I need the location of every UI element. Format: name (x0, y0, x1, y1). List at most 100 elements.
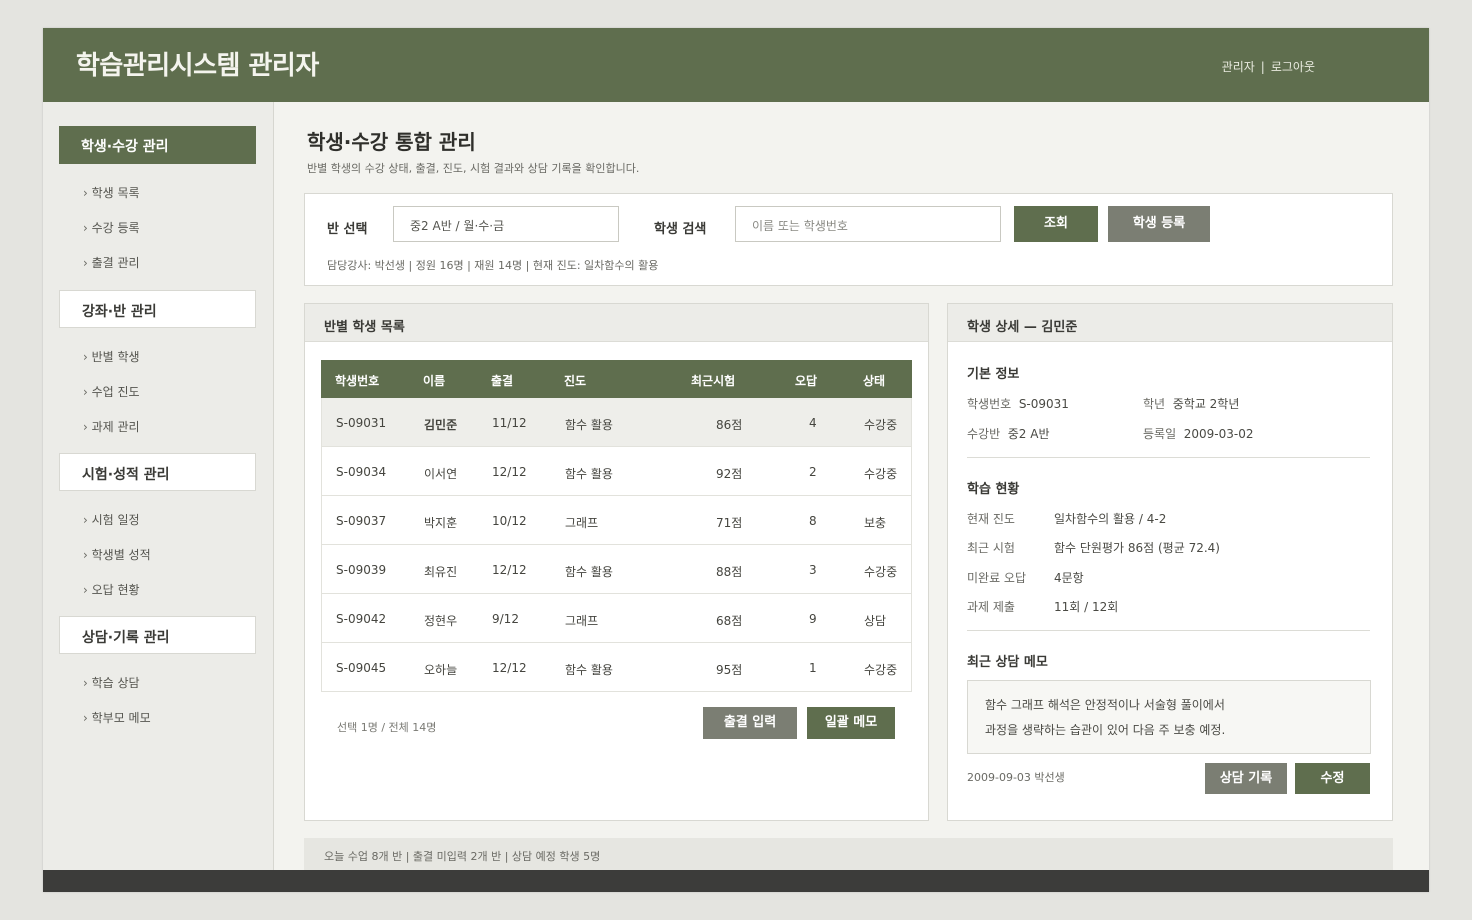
logout-link[interactable]: 로그아웃 (1271, 60, 1315, 74)
col-attendance[interactable]: 출결 (491, 372, 513, 389)
filter-panel: 반 선택 중2 A반 / 월·수·금 학생 검색 이름 또는 학생번호 조회 학… (304, 193, 1393, 286)
student-detail-title: 학생 상세 — 김민준 (967, 320, 1078, 335)
col-progress[interactable]: 진도 (564, 372, 586, 389)
app-title: 학습관리시스템 관리자 (76, 51, 319, 81)
table-row[interactable]: S-09034 이서연 12/12 함수 활용 92점 2 수강중 (321, 447, 912, 496)
col-recent-exam[interactable]: 최근시험 (691, 372, 735, 389)
student-no-row: 학생번호 S-09031 (967, 395, 1069, 412)
sidebar: 학생·수강 관리 학생 목록 수강 등록 출결 관리 강좌·반 관리 반별 학생… (43, 102, 274, 870)
cell-status: 수강중 (864, 565, 898, 579)
cell-recent-exam: 68점 (716, 614, 743, 628)
sidebar-item-wrong-answers[interactable]: 오답 현황 (83, 581, 140, 598)
cell-attendance: 11/12 (492, 416, 527, 430)
app-window: 학습관리시스템 관리자 관리자 | 로그아웃 학생·수강 관리 학생 목록 수강 등… (43, 28, 1429, 892)
sidebar-item-homework[interactable]: 과제 관리 (83, 418, 140, 435)
grade-row: 학년 중학교 2학년 (1143, 395, 1239, 412)
sidebar-section-exam[interactable]: 시험·성적 관리 (59, 453, 256, 491)
cell-name: 최유진 (424, 565, 458, 579)
wrong-value: 4문항 (1054, 571, 1084, 585)
cell-wrong: 2 (809, 465, 817, 479)
top-header: 학습관리시스템 관리자 관리자 | 로그아웃 (43, 28, 1429, 102)
sidebar-item-exam-schedule[interactable]: 시험 일정 (83, 511, 140, 528)
cell-name: 이서연 (424, 467, 458, 481)
search-label: 학생 검색 (654, 222, 707, 237)
sidebar-item-progress[interactable]: 수업 진도 (83, 383, 140, 400)
cell-name: 정현우 (424, 614, 458, 628)
sidebar-section-course[interactable]: 강좌·반 관리 (59, 290, 256, 328)
register-student-button[interactable]: 학생 등록 (1108, 206, 1210, 242)
cell-student-no: S-09042 (336, 612, 387, 626)
search-input[interactable]: 이름 또는 학생번호 (735, 206, 1001, 242)
sidebar-section-counseling[interactable]: 상담·기록 관리 (59, 616, 256, 654)
edit-button[interactable]: 수정 (1295, 763, 1370, 794)
progress-value: 일차함수의 활용 / 4-2 (1054, 512, 1167, 526)
memo-box: 함수 그래프 해석은 안정적이나 서술형 풀이에서 과정을 생략하는 습관이 있… (967, 680, 1371, 754)
user-menu: 관리자 | 로그아웃 (1222, 58, 1315, 75)
cell-recent-exam: 92점 (716, 467, 743, 481)
table-header: 학생번호 이름 출결 진도 최근시험 오답 상태 (321, 360, 912, 398)
cell-name: 김민준 (424, 418, 458, 432)
homework-label: 과제 제출 (967, 600, 1015, 614)
sidebar-item-student-list[interactable]: 학생 목록 (83, 184, 140, 201)
bulk-memo-button[interactable]: 일괄 메모 (807, 707, 895, 739)
cell-wrong: 4 (809, 416, 817, 430)
wrong-label: 미완료 오답 (967, 571, 1027, 585)
search-button[interactable]: 조회 (1014, 206, 1098, 242)
student-list-panel: 반별 학생 목록 학생번호 이름 출결 진도 최근시험 오답 상태 S-0903… (304, 303, 929, 821)
attendance-input-button[interactable]: 출결 입력 (703, 707, 797, 739)
cell-attendance: 12/12 (492, 465, 527, 479)
grade-value: 중학교 2학년 (1172, 397, 1240, 411)
exam-label: 최근 시험 (967, 541, 1015, 555)
exam-value: 함수 단원평가 86점 (평균 72.4) (1054, 541, 1220, 555)
table-row[interactable]: S-09039 최유진 12/12 함수 활용 88점 3 수강중 (321, 545, 912, 594)
student-detail-panel: 학생 상세 — 김민준 기본 정보 학생번호 S-09031 학년 중학교 2학… (947, 303, 1393, 821)
cell-student-no: S-09039 (336, 563, 387, 577)
cell-student-no: S-09037 (336, 514, 387, 528)
memo-line-1: 함수 그래프 해석은 안정적이나 서술형 풀이에서 (985, 698, 1225, 712)
cell-attendance: 12/12 (492, 563, 527, 577)
cell-status: 수강중 (864, 663, 898, 677)
cell-attendance: 9/12 (492, 612, 519, 626)
table-row[interactable]: S-09037 박지훈 10/12 그래프 71점 8 보충 (321, 496, 912, 545)
cell-attendance: 12/12 (492, 661, 527, 675)
memo-meta: 2009-09-03 박선생 (967, 771, 1065, 784)
sidebar-item-parent-memo[interactable]: 학부모 메모 (83, 709, 151, 726)
sidebar-item-class-students[interactable]: 반별 학생 (83, 348, 140, 365)
table-row[interactable]: S-09031 김민준 11/12 함수 활용 86점 4 수강중 (321, 398, 912, 447)
admin-link[interactable]: 관리자 (1222, 60, 1255, 74)
counseling-record-button[interactable]: 상담 기록 (1205, 763, 1287, 794)
sidebar-item-attendance[interactable]: 출결 관리 (83, 254, 140, 271)
student-no-label: 학생번호 (967, 397, 1012, 411)
sidebar-item-student-grades[interactable]: 학생별 성적 (83, 546, 151, 563)
cell-status: 수강중 (864, 467, 898, 481)
cell-status: 수강중 (864, 418, 898, 432)
memo-title: 최근 상담 메모 (967, 655, 1048, 670)
sidebar-item-enrollment[interactable]: 수강 등록 (83, 219, 140, 236)
cell-progress: 함수 활용 (565, 663, 613, 677)
cell-student-no: S-09031 (336, 416, 387, 430)
cell-wrong: 3 (809, 563, 817, 577)
col-wrong[interactable]: 오답 (795, 372, 817, 389)
basic-info-title: 기본 정보 (967, 367, 1020, 382)
cell-status: 상담 (864, 614, 887, 628)
selection-count: 선택 1명 / 전체 14명 (337, 721, 437, 734)
cell-attendance: 10/12 (492, 514, 527, 528)
col-status[interactable]: 상태 (863, 372, 885, 389)
cell-name: 박지훈 (424, 516, 458, 530)
table-row[interactable]: S-09045 오하늘 12/12 함수 활용 95점 1 수강중 (321, 643, 912, 692)
sidebar-section-student[interactable]: 학생·수강 관리 (59, 126, 256, 164)
cell-progress: 함수 활용 (565, 467, 613, 481)
student-detail-header: 학생 상세 — 김민준 (948, 304, 1392, 342)
cell-recent-exam: 71점 (716, 516, 743, 530)
memo-line-2: 과정을 생략하는 습관이 있어 다음 주 보충 예정. (985, 723, 1226, 737)
enroll-row: 등록일 2009-03-02 (1143, 425, 1254, 442)
cell-wrong: 1 (809, 661, 817, 675)
col-student-no[interactable]: 학생번호 (335, 372, 379, 389)
cell-student-no: S-09045 (336, 661, 387, 675)
class-row: 수강반 중2 A반 (967, 425, 1050, 442)
table-row[interactable]: S-09042 정현우 9/12 그래프 68점 9 상담 (321, 594, 912, 643)
sidebar-item-counseling[interactable]: 학습 상담 (83, 674, 140, 691)
class-select[interactable]: 중2 A반 / 월·수·금 (393, 206, 619, 242)
cell-progress: 그래프 (565, 614, 599, 628)
col-name[interactable]: 이름 (423, 372, 445, 389)
